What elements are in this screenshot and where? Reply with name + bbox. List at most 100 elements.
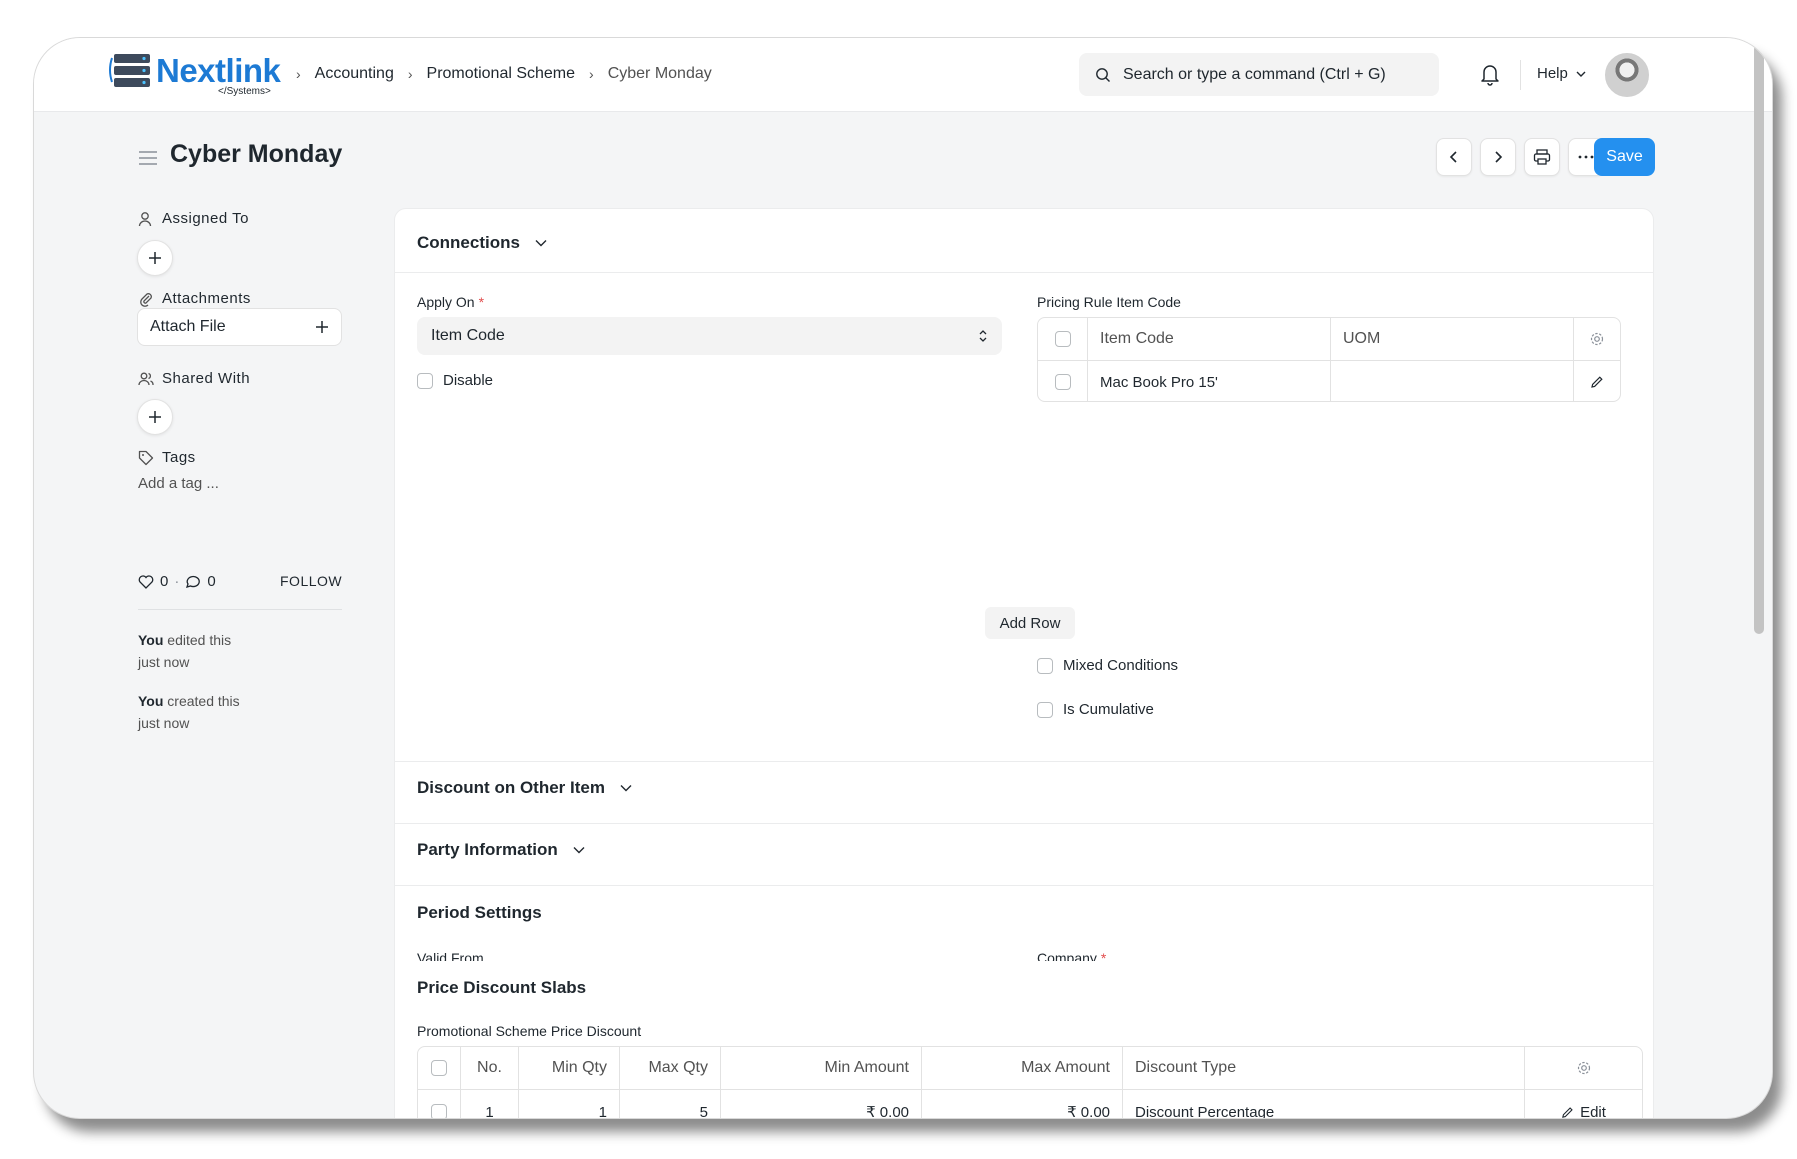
plus-icon bbox=[149, 411, 161, 423]
activity-item: You created this just now bbox=[138, 693, 240, 731]
chevron-down-icon bbox=[1576, 71, 1586, 77]
gear-icon bbox=[1590, 332, 1604, 346]
chevron-right-icon bbox=[1495, 151, 1503, 163]
help-dropdown[interactable]: Help bbox=[1537, 65, 1588, 82]
valid-upto-input[interactable] bbox=[417, 1065, 1002, 1103]
chevron-left-icon bbox=[1449, 151, 1457, 163]
printer-icon bbox=[1533, 149, 1551, 165]
divider bbox=[395, 823, 1653, 824]
breadcrumb-current[interactable]: Cyber Monday bbox=[608, 65, 712, 83]
attachments-label: Attachments bbox=[138, 290, 251, 307]
like-count: 0 bbox=[160, 573, 169, 590]
paperclip-icon bbox=[140, 292, 152, 307]
add-share-button[interactable] bbox=[137, 399, 173, 435]
section-period-settings: Period Settings bbox=[417, 903, 542, 922]
section-connections[interactable]: Connections bbox=[417, 233, 548, 253]
tag-icon bbox=[138, 450, 154, 465]
column-settings-button[interactable] bbox=[1574, 318, 1620, 360]
required-marker: * bbox=[1100, 950, 1107, 966]
plus-icon bbox=[316, 321, 328, 333]
valid-from-input[interactable]: 23-03-2023 bbox=[417, 977, 1002, 1015]
add-assignee-button[interactable] bbox=[137, 240, 173, 276]
more-horizontal-icon bbox=[1578, 155, 1594, 159]
page-title: Cyber Monday bbox=[170, 140, 343, 168]
divider bbox=[395, 885, 1653, 886]
form-card: Connections Apply On * Item Code Disable … bbox=[394, 208, 1654, 1118]
mixed-conditions-checkbox[interactable]: Mixed Conditions bbox=[1037, 657, 1178, 674]
apply-on-select[interactable]: Item Code bbox=[417, 317, 1002, 355]
search-placeholder: Search or type a command (Ctrl + G) bbox=[1123, 65, 1386, 83]
checkbox[interactable] bbox=[1037, 657, 1053, 674]
print-button[interactable] bbox=[1524, 138, 1560, 176]
previous-doc-button[interactable] bbox=[1436, 138, 1472, 176]
chevron-down-icon bbox=[620, 785, 632, 792]
select-arrows-icon bbox=[979, 330, 987, 342]
user-icon bbox=[138, 211, 152, 226]
company-input[interactable]: Spindl bbox=[1037, 977, 1621, 1015]
select-all-checkbox[interactable] bbox=[1054, 331, 1071, 347]
next-doc-button[interactable] bbox=[1480, 138, 1516, 176]
add-tag-link[interactable]: Add a tag ... bbox=[138, 475, 219, 492]
uom-cell[interactable] bbox=[1331, 361, 1574, 401]
bell-icon bbox=[1481, 65, 1499, 86]
navbar: Nextlink </Systems> › Accounting › Promo… bbox=[34, 38, 1772, 112]
add-row-button[interactable]: Add Row bbox=[985, 607, 1075, 639]
required-marker: * bbox=[478, 294, 485, 310]
brand-logo[interactable]: Nextlink </Systems> bbox=[108, 50, 288, 100]
currency-input[interactable]: INR bbox=[1037, 1065, 1621, 1103]
server-stack-icon bbox=[109, 54, 150, 87]
disable-checkbox[interactable]: Disable bbox=[417, 372, 493, 389]
pencil-icon bbox=[1591, 376, 1603, 388]
menu-icon bbox=[139, 151, 157, 165]
apply-on-label: Apply On * bbox=[417, 294, 485, 310]
is-cumulative-checkbox[interactable]: Is Cumulative bbox=[1037, 701, 1154, 718]
notifications-button[interactable] bbox=[1479, 62, 1501, 91]
section-party-information[interactable]: Party Information bbox=[417, 840, 586, 860]
chevron-down-icon bbox=[573, 847, 585, 854]
likes-comments: 0 · 0 bbox=[138, 573, 216, 590]
brand-name: Nextlink bbox=[156, 52, 281, 89]
divider bbox=[395, 761, 1653, 762]
chevron-right-icon: › bbox=[407, 66, 413, 82]
chevron-right-icon: › bbox=[296, 66, 301, 82]
users-icon bbox=[138, 372, 154, 385]
follow-button[interactable]: FOLLOW bbox=[280, 573, 342, 589]
section-discount-other-item[interactable]: Discount on Other Item bbox=[417, 778, 633, 798]
help-label: Help bbox=[1537, 65, 1568, 82]
table-header: Item Code UOM bbox=[1038, 318, 1620, 360]
assigned-to-label: Assigned To bbox=[138, 210, 249, 227]
valid-from-label: Valid From bbox=[417, 950, 484, 966]
chevron-down-icon bbox=[535, 240, 547, 247]
plus-icon bbox=[149, 252, 161, 264]
pricing-rule-table: Item Code UOM Mac Book Pro 15' bbox=[1037, 317, 1621, 402]
item-code-cell[interactable]: Mac Book Pro 15' bbox=[1088, 361, 1331, 401]
shared-with-label: Shared With bbox=[138, 370, 250, 387]
save-button[interactable]: Save bbox=[1594, 138, 1655, 176]
divider bbox=[1520, 60, 1521, 90]
activity-item: You edited this just now bbox=[138, 632, 232, 670]
breadcrumb-promotional-scheme[interactable]: Promotional Scheme bbox=[427, 65, 576, 83]
scrollbar[interactable] bbox=[1754, 44, 1764, 634]
app-window: Nextlink </Systems> › Accounting › Promo… bbox=[34, 38, 1772, 1118]
separator-dot: · bbox=[174, 573, 180, 590]
table-row[interactable]: Mac Book Pro 15' bbox=[1038, 361, 1620, 401]
brand-subtitle: </Systems> bbox=[218, 86, 271, 97]
comment-count: 0 bbox=[207, 573, 216, 590]
breadcrumb-accounting[interactable]: Accounting bbox=[315, 65, 394, 83]
checkbox[interactable] bbox=[1037, 701, 1053, 718]
heart-icon[interactable] bbox=[138, 574, 154, 589]
company-label: Company * bbox=[1037, 950, 1107, 966]
edit-row-button[interactable] bbox=[1574, 361, 1620, 401]
comment-icon[interactable] bbox=[185, 574, 201, 589]
divider bbox=[138, 609, 342, 610]
pricing-rule-label: Pricing Rule Item Code bbox=[1037, 294, 1181, 310]
column-header: UOM bbox=[1343, 330, 1381, 347]
checkbox[interactable] bbox=[417, 372, 433, 389]
row-checkbox[interactable] bbox=[1054, 374, 1071, 390]
attach-file-button[interactable]: Attach File bbox=[137, 308, 342, 346]
attach-file-label: Attach File bbox=[150, 318, 226, 335]
avatar[interactable] bbox=[1605, 53, 1649, 97]
sidebar-toggle-button[interactable] bbox=[138, 150, 158, 171]
breadcrumb: › Accounting › Promotional Scheme › Cybe… bbox=[296, 65, 712, 83]
search-input[interactable]: Search or type a command (Ctrl + G) bbox=[1079, 53, 1439, 96]
